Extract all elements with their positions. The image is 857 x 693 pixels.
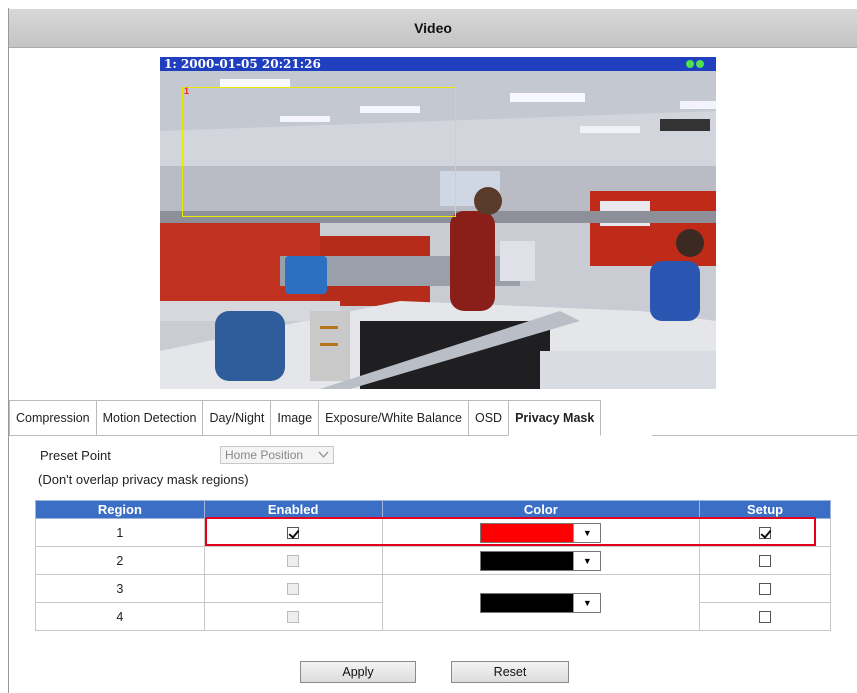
color-select-2[interactable]: ▼ [480,550,602,571]
region-number: 3 [35,574,205,603]
header-color: Color [381,500,701,519]
privacy-mask-region-number: 1 [184,86,190,96]
enabled-checkbox-3[interactable] [287,583,300,596]
enabled-checkbox-2[interactable] [287,555,300,568]
tab-privacy-mask[interactable]: Privacy Mask [508,400,602,436]
tab-compression[interactable]: Compression [9,400,97,436]
tab-exposure-white-balance[interactable]: Exposure/White Balance [318,400,469,436]
setup-checkbox-3[interactable] [759,583,772,596]
tab-osd[interactable]: OSD [467,400,510,436]
tab-baseline [652,435,857,436]
privacy-mask-region-1[interactable] [182,87,456,217]
color-swatch [481,551,574,570]
table-header-row: Region Enabled Color Setup [35,500,831,519]
apply-button[interactable]: Apply [300,661,416,683]
tab-image[interactable]: Image [270,400,320,436]
osd-status-dots-icon [686,60,704,68]
table-row: 2 ▼ [35,546,831,575]
page-title: Video [9,9,857,48]
enabled-checkbox-4[interactable] [287,611,300,624]
setup-checkbox-2[interactable] [759,555,772,568]
dropdown-arrow-icon: ▼ [573,551,601,570]
header-enabled: Enabled [203,500,383,519]
video-preview[interactable]: 1: 2000-01-05 20:21:26 1 [160,57,716,389]
dropdown-arrow-icon: ▼ [573,593,601,612]
region-number: 4 [35,602,205,631]
preset-point-label: Preset Point [40,448,111,463]
video-settings-tabs: Compression Motion Detection Day/Night I… [9,400,602,436]
reset-button[interactable]: Reset [451,661,569,683]
chevron-down-icon [318,451,329,459]
preset-point-value: Home Position [225,448,304,462]
table-row: 3 ▼ [35,574,831,631]
tab-motion-detection[interactable]: Motion Detection [95,400,204,436]
region-number: 2 [35,546,205,575]
color-select-3-4[interactable]: ▼ [480,592,602,613]
row-highlight-box [205,517,816,546]
video-osd-timestamp: 1: 2000-01-05 20:21:26 [160,57,716,71]
osd-text: 1: 2000-01-05 20:21:26 [164,57,321,71]
color-swatch [481,593,574,612]
privacy-mask-note: (Don't overlap privacy mask regions) [38,472,249,487]
region-number: 1 [35,518,205,547]
setup-checkbox-4[interactable] [759,611,772,624]
tab-day-night[interactable]: Day/Night [202,400,272,436]
header-setup: Setup [699,500,831,519]
header-region: Region [35,500,205,519]
preset-point-select[interactable]: Home Position [220,446,334,464]
